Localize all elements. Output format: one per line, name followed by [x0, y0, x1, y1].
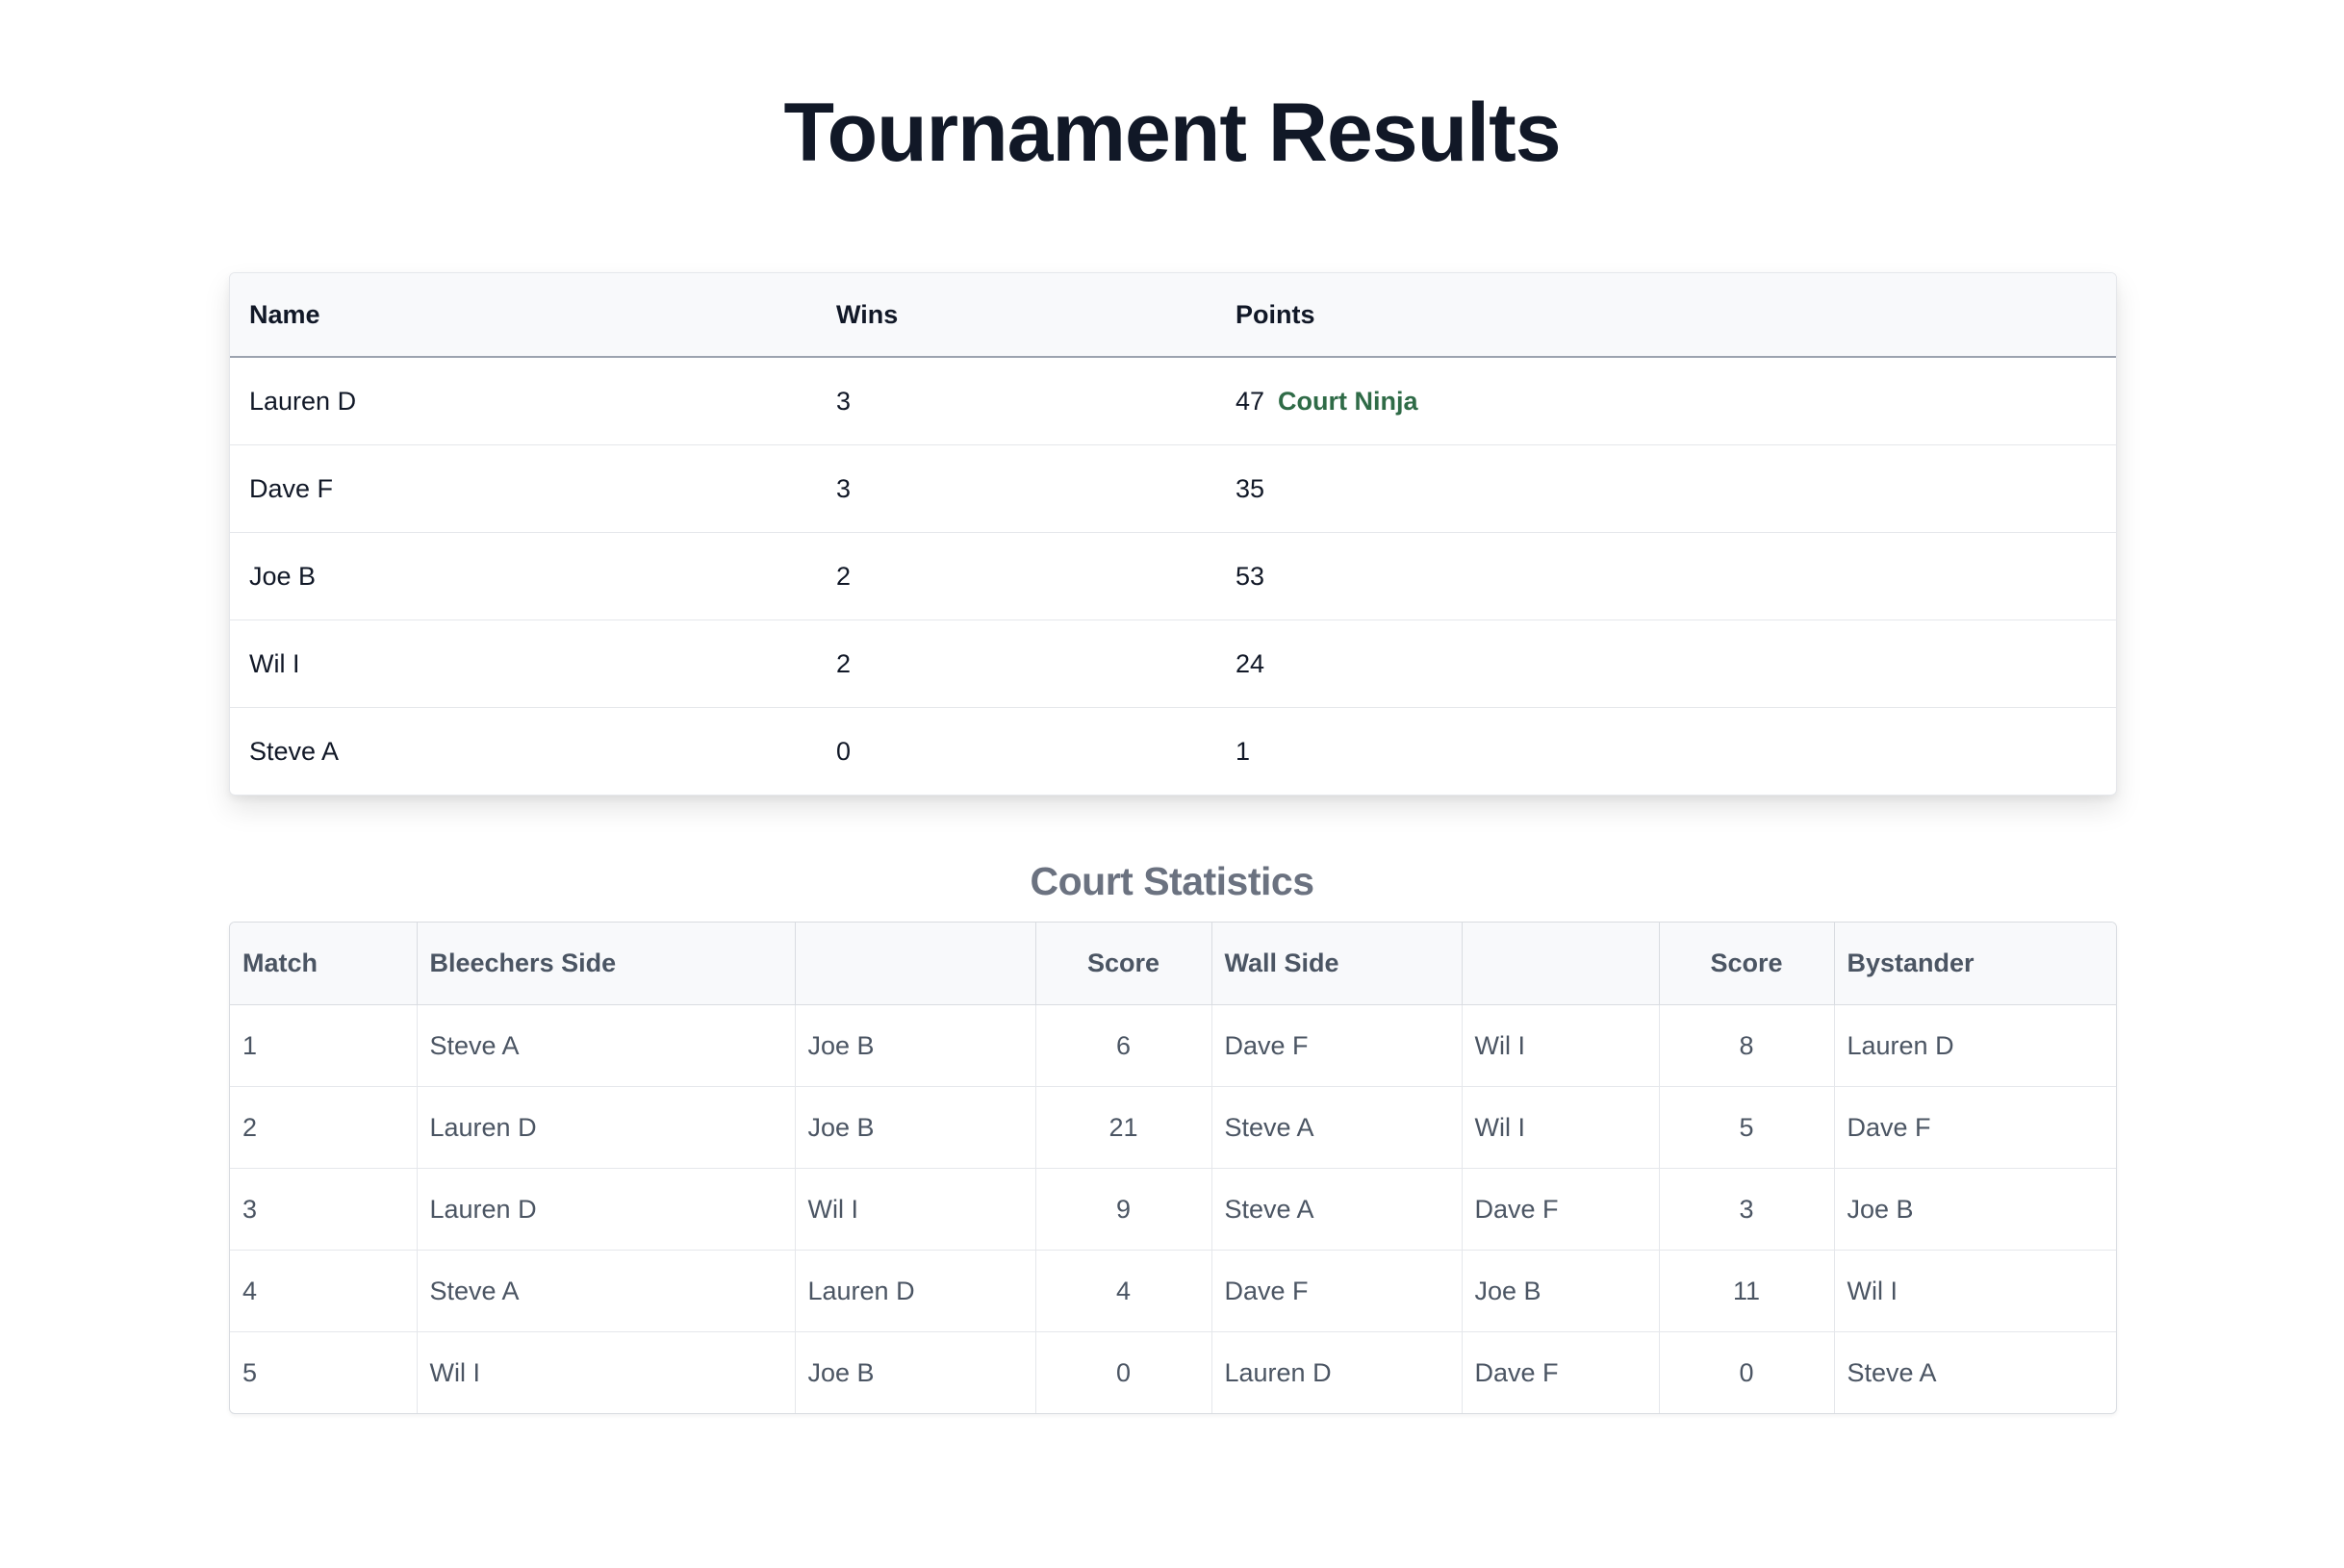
- bleechers-player-2: Wil I: [795, 1168, 1036, 1251]
- wall-player-1: Steve A: [1211, 1168, 1463, 1251]
- bleechers-player-1: Steve A: [417, 1004, 796, 1087]
- bleechers-score: 9: [1035, 1168, 1212, 1251]
- bleechers-player-2: Joe B: [795, 1086, 1036, 1169]
- match-number: 2: [230, 1086, 418, 1169]
- bleechers-player-1: Steve A: [417, 1250, 796, 1332]
- player-wins: 2: [817, 532, 1216, 620]
- wall-player-2: Dave F: [1462, 1168, 1660, 1251]
- header-bystander: Bystander: [1834, 923, 2116, 1005]
- player-wins: 3: [817, 357, 1216, 445]
- wall-player-2: Dave F: [1462, 1331, 1660, 1413]
- player-wins: 0: [836, 736, 852, 766]
- page: Tournament Results Name Wins Points Laur…: [0, 0, 2344, 1568]
- results-header-row: Name Wins Points: [230, 273, 2116, 358]
- match-number: 1: [230, 1004, 418, 1087]
- header-bleechers-score: Score: [1035, 923, 1212, 1005]
- player-wins: 2: [817, 620, 1216, 708]
- table-row: Lauren D 3 47 Court Ninja: [230, 357, 2116, 445]
- table-row: 1 Steve A Joe B 6 Dave F Wil I 8 Lauren …: [230, 1004, 2116, 1087]
- player-wins: 3: [817, 444, 1216, 533]
- bystander: Lauren D: [1834, 1004, 2116, 1087]
- table-row: 3 Lauren D Wil I 9 Steve A Dave F 3 Joe …: [230, 1168, 2116, 1251]
- player-name: Steve A: [249, 736, 340, 766]
- bleechers-score: 6: [1035, 1004, 1212, 1087]
- wall-player-2: Wil I: [1462, 1004, 1660, 1087]
- court-statistics-table: Match Bleechers Side Score Wall Side Sco…: [230, 923, 2116, 1413]
- wall-score: 0: [1659, 1331, 1835, 1413]
- player-name: Dave F: [230, 444, 817, 533]
- player-points-cell: 47 Court Ninja: [1216, 357, 2116, 445]
- header-points: Points: [1216, 273, 2116, 358]
- bystander: Wil I: [1834, 1250, 2116, 1332]
- bleechers-player-1: Lauren D: [417, 1168, 796, 1251]
- court-ninja-badge: Court Ninja: [1278, 386, 1418, 416]
- header-wall-side: Wall Side: [1211, 923, 1463, 1005]
- player-points: 1: [1236, 736, 1251, 766]
- wall-score: 5: [1659, 1086, 1835, 1169]
- player-points: 47: [1236, 386, 1265, 416]
- wall-player-1: Steve A: [1211, 1086, 1463, 1169]
- bystander: Dave F: [1834, 1086, 2116, 1169]
- header-name: Name: [230, 273, 817, 358]
- table-row: Steve A 0 1: [230, 708, 2116, 796]
- header-bleechers-partner: [795, 923, 1036, 1005]
- table-row: Joe B 2 53: [230, 532, 2116, 620]
- wall-score: 8: [1659, 1004, 1835, 1087]
- page-title: Tournament Results: [783, 87, 1561, 179]
- results-table: Name Wins Points Lauren D 3 47 Court Ninj…: [230, 273, 2116, 795]
- wall-player-2: Wil I: [1462, 1086, 1660, 1169]
- bleechers-player-2: Lauren D: [795, 1250, 1036, 1332]
- table-row: 4 Steve A Lauren D 4 Dave F Joe B 11 Wil…: [230, 1250, 2116, 1332]
- bystander: Joe B: [1834, 1168, 2116, 1251]
- wall-player-1: Dave F: [1211, 1250, 1463, 1332]
- bleechers-player-2: Joe B: [795, 1331, 1036, 1413]
- wall-score: 11: [1659, 1250, 1835, 1332]
- player-points: 24: [1216, 620, 2116, 708]
- player-points: 53: [1216, 532, 2116, 620]
- match-number: 4: [230, 1250, 418, 1332]
- court-statistics-card: Match Bleechers Side Score Wall Side Sco…: [229, 922, 2117, 1414]
- header-wall-score: Score: [1659, 923, 1835, 1005]
- bleechers-player-2: Joe B: [795, 1004, 1036, 1087]
- bleechers-score: 4: [1035, 1250, 1212, 1332]
- bleechers-player-1: Wil I: [417, 1331, 796, 1413]
- table-row: Dave F 3 35: [230, 444, 2116, 533]
- wall-player-1: Dave F: [1211, 1004, 1463, 1087]
- wall-score: 3: [1659, 1168, 1835, 1251]
- stats-header-row: Match Bleechers Side Score Wall Side Sco…: [230, 923, 2116, 1005]
- results-table-card: Name Wins Points Lauren D 3 47 Court Ninj…: [229, 272, 2117, 796]
- match-number: 3: [230, 1168, 418, 1251]
- wall-player-1: Lauren D: [1211, 1331, 1463, 1413]
- player-name: Joe B: [230, 532, 817, 620]
- header-wins: Wins: [817, 273, 1216, 358]
- table-row: Wil I 2 24: [230, 620, 2116, 708]
- header-match: Match: [230, 923, 418, 1005]
- bleechers-score: 0: [1035, 1331, 1212, 1413]
- bleechers-score: 21: [1035, 1086, 1212, 1169]
- wall-player-2: Joe B: [1462, 1250, 1660, 1332]
- match-number: 5: [230, 1331, 418, 1413]
- court-statistics-title: Court Statistics: [1030, 859, 1315, 903]
- table-row: 2 Lauren D Joe B 21 Steve A Wil I 5 Dave…: [230, 1086, 2116, 1169]
- header-wall-partner: [1462, 923, 1660, 1005]
- bleechers-player-1: Lauren D: [417, 1086, 796, 1169]
- player-name: Wil I: [230, 620, 817, 708]
- player-points: 35: [1216, 444, 2116, 533]
- player-name: Lauren D: [230, 357, 817, 445]
- table-row: 5 Wil I Joe B 0 Lauren D Dave F 0 Steve …: [230, 1331, 2116, 1413]
- bystander: Steve A: [1847, 1357, 1937, 1387]
- header-bleechers-side: Bleechers Side: [417, 923, 796, 1005]
